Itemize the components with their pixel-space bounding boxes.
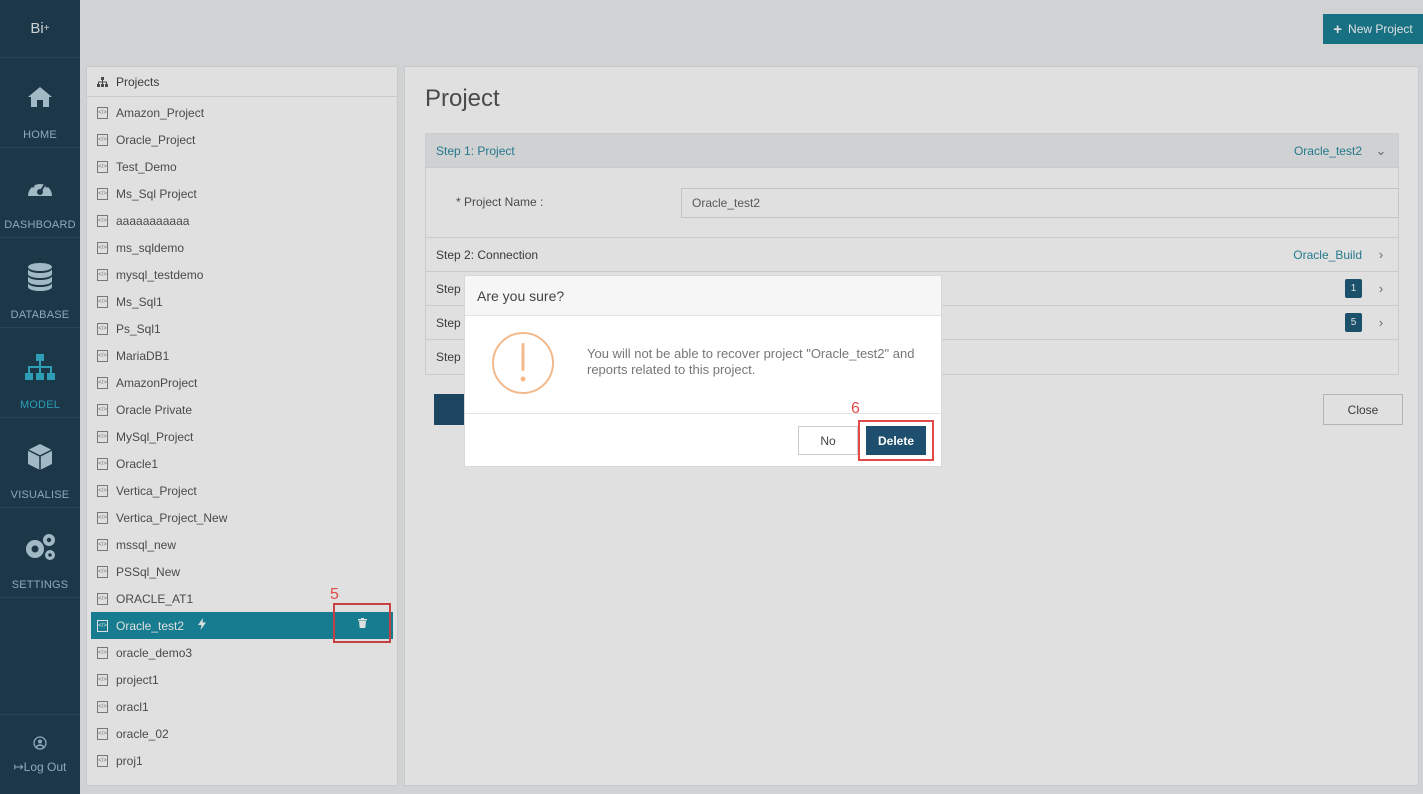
warning-icon	[492, 332, 554, 394]
confirm-dialog: Are you sure? You will not be able to re…	[464, 275, 942, 467]
no-button[interactable]: No	[798, 426, 858, 455]
dialog-body: You will not be able to recover project …	[465, 316, 941, 414]
dialog-message: You will not be able to recover project …	[587, 346, 915, 377]
delete-highlight-box: Delete	[858, 420, 934, 461]
annotation-5: 5	[330, 586, 339, 603]
dialog-title: Are you sure?	[465, 276, 941, 316]
dialog-footer: No Delete	[465, 414, 941, 466]
annotation-6: 6	[851, 400, 860, 417]
delete-button[interactable]: Delete	[866, 426, 926, 455]
